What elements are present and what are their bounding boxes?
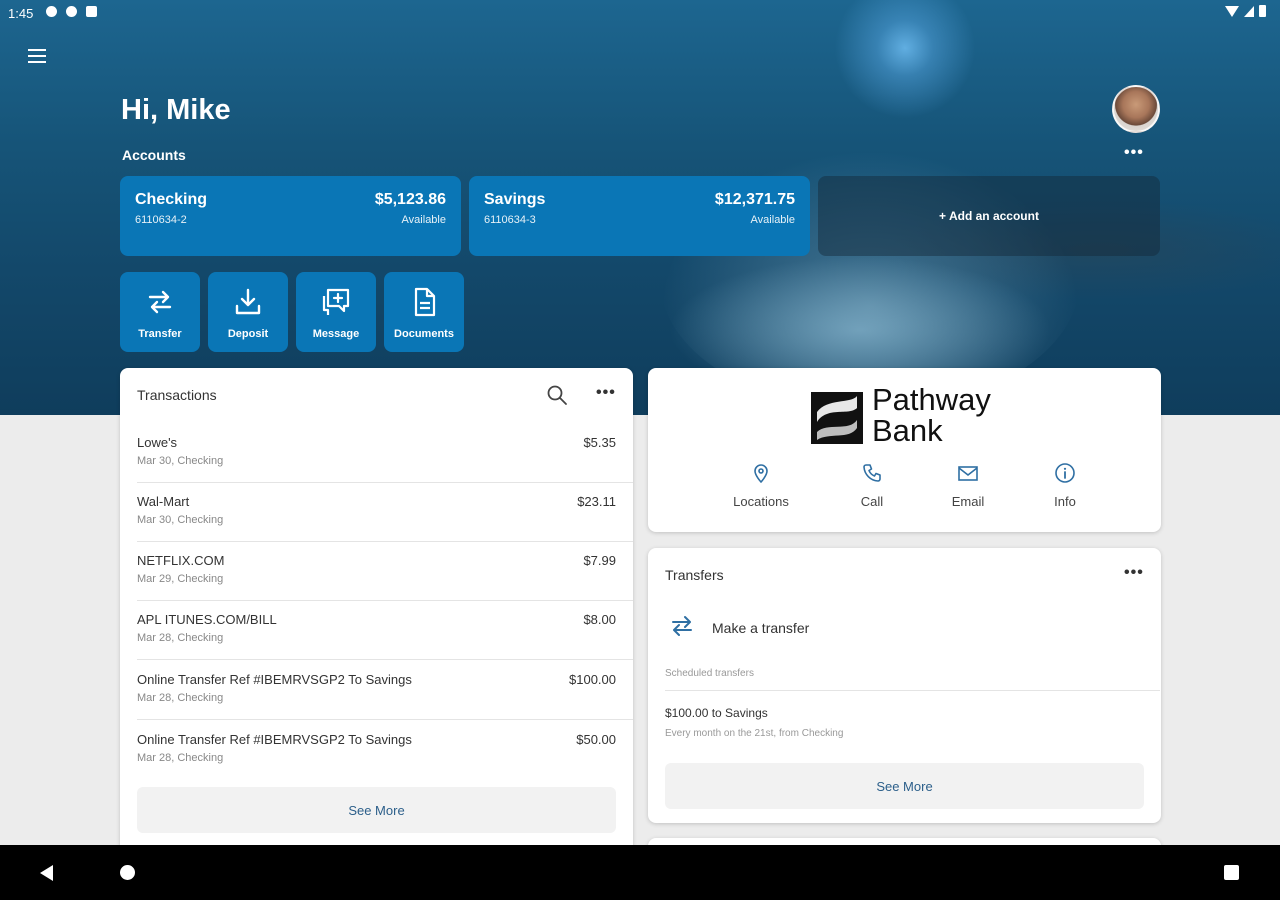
search-icon[interactable]	[546, 384, 568, 406]
accounts-label: Accounts	[122, 147, 186, 163]
account-card-savings[interactable]: Savings 6110634-3 $12,371.75 Available	[469, 176, 810, 256]
message-label: Message	[312, 328, 360, 340]
transaction-description: Wal-Mart	[137, 494, 190, 509]
chat-plus-icon	[322, 288, 350, 315]
make-transfer-button[interactable]: Make a transfer	[664, 610, 964, 644]
menu-icon[interactable]	[28, 49, 46, 63]
scheduled-transfer-title: $100.00 to Savings	[665, 706, 768, 720]
signal-icon	[1244, 5, 1254, 17]
shield-status-icon	[66, 6, 77, 17]
transaction-description: NETFLIX.COM	[137, 553, 225, 568]
account-balance: $12,371.75	[714, 191, 795, 208]
envelope-icon	[958, 466, 978, 481]
transaction-description: APL ITUNES.COM/BILL	[137, 612, 277, 627]
bank-name-line1: Pathway	[872, 382, 991, 417]
accounts-more-icon[interactable]: •••	[1124, 144, 1144, 162]
transaction-row[interactable]: NETFLIX.COM Mar 29, Checking $7.99	[120, 542, 633, 601]
documents-label: Documents	[394, 328, 454, 340]
phone-icon	[863, 464, 881, 482]
scheduled-transfer-subtitle: Every month on the 21st, from Checking	[665, 728, 844, 739]
info-icon	[1055, 463, 1075, 483]
sim-card-status-icon	[86, 6, 97, 17]
settings-status-icon	[46, 6, 57, 17]
transaction-amount: $100.00	[569, 672, 616, 687]
battery-icon	[1259, 5, 1266, 17]
email-label: Email	[951, 494, 985, 509]
pathway-bank-logo-icon	[811, 392, 863, 444]
account-number: 6110634-2	[135, 214, 187, 226]
transaction-description: Online Transfer Ref #IBEMRVSGP2 To Savin…	[137, 732, 412, 747]
status-icons	[46, 6, 97, 17]
home-icon[interactable]	[120, 865, 135, 880]
transaction-row[interactable]: Online Transfer Ref #IBEMRVSGP2 To Savin…	[120, 721, 633, 780]
location-pin-icon	[754, 464, 768, 484]
row-divider	[137, 719, 633, 720]
transaction-meta: Mar 30, Checking	[137, 455, 224, 467]
swap-arrows-icon	[672, 616, 692, 636]
row-divider	[137, 659, 633, 660]
status-time: 1:45	[8, 6, 34, 21]
document-icon	[414, 287, 436, 317]
greeting-title: Hi, Mike	[121, 94, 231, 126]
bank-name: Pathway Bank	[872, 384, 991, 446]
section-divider	[665, 690, 1160, 691]
account-name: Checking	[135, 191, 208, 208]
transaction-meta: Mar 29, Checking	[137, 573, 224, 585]
scheduled-transfers-label: Scheduled transfers	[665, 668, 754, 679]
deposit-label: Deposit	[227, 328, 269, 340]
bank-name-line2: Bank	[872, 413, 943, 448]
transaction-amount: $5.35	[583, 435, 616, 450]
transfer-button[interactable]: Transfer	[120, 272, 200, 352]
avatar[interactable]	[1112, 85, 1160, 133]
transaction-amount: $7.99	[583, 553, 616, 568]
transaction-row[interactable]: Lowe's Mar 30, Checking $5.35	[120, 424, 633, 483]
transaction-description: Online Transfer Ref #IBEMRVSGP2 To Savin…	[137, 672, 412, 687]
swap-arrows-icon	[148, 290, 172, 314]
transfers-title: Transfers	[665, 567, 724, 583]
add-account-button[interactable]: + Add an account	[818, 176, 1160, 256]
info-label: Info	[1054, 494, 1076, 509]
transaction-row[interactable]: Online Transfer Ref #IBEMRVSGP2 To Savin…	[120, 661, 633, 720]
transaction-meta: Mar 28, Checking	[137, 692, 224, 704]
deposit-button[interactable]: Deposit	[208, 272, 288, 352]
back-icon[interactable]	[40, 865, 53, 881]
account-number: 6110634-3	[484, 214, 536, 226]
transfers-see-more-button[interactable]: See More	[665, 763, 1144, 809]
transactions-more-icon[interactable]: •••	[596, 384, 616, 402]
transaction-description: Lowe's	[137, 435, 178, 450]
status-right	[1225, 5, 1266, 17]
transaction-meta: Mar 30, Checking	[137, 514, 224, 526]
locations-label: Locations	[733, 494, 789, 509]
transfer-label: Transfer	[138, 328, 182, 340]
documents-button[interactable]: Documents	[384, 272, 464, 352]
transfers-more-icon[interactable]: •••	[1124, 564, 1144, 582]
transaction-meta: Mar 28, Checking	[137, 752, 224, 764]
account-available-label: Available	[750, 214, 795, 226]
account-name: Savings	[484, 191, 546, 208]
account-card-checking[interactable]: Checking 6110634-2 $5,123.86 Available	[120, 176, 461, 256]
message-button[interactable]: Message	[296, 272, 376, 352]
wifi-icon	[1225, 5, 1239, 17]
info-link[interactable]: Info	[1025, 462, 1105, 509]
transactions-see-more-button[interactable]: See More	[137, 787, 616, 833]
email-link[interactable]: Email	[928, 462, 1008, 509]
account-available-label: Available	[401, 214, 446, 226]
make-transfer-label: Make a transfer	[712, 620, 810, 636]
locations-link[interactable]: Locations	[721, 462, 801, 509]
status-bar: 1:45	[0, 0, 1280, 26]
transaction-meta: Mar 28, Checking	[137, 632, 224, 644]
account-balance: $5,123.86	[374, 191, 446, 208]
download-tray-icon	[235, 288, 261, 315]
transaction-amount: $50.00	[576, 732, 616, 747]
recent-apps-icon[interactable]	[1224, 865, 1239, 880]
transaction-amount: $8.00	[583, 612, 616, 627]
transaction-amount: $23.11	[577, 494, 616, 509]
scheduled-transfer-item[interactable]: $100.00 to Savings Every month on the 21…	[665, 706, 843, 739]
transactions-title: Transactions	[137, 387, 217, 403]
transaction-row[interactable]: Wal-Mart Mar 30, Checking $23.11	[120, 483, 633, 542]
call-link[interactable]: Call	[832, 462, 912, 509]
call-label: Call	[860, 494, 884, 509]
transaction-row[interactable]: APL ITUNES.COM/BILL Mar 28, Checking $8.…	[120, 601, 633, 660]
system-navigation-bar	[0, 845, 1280, 900]
